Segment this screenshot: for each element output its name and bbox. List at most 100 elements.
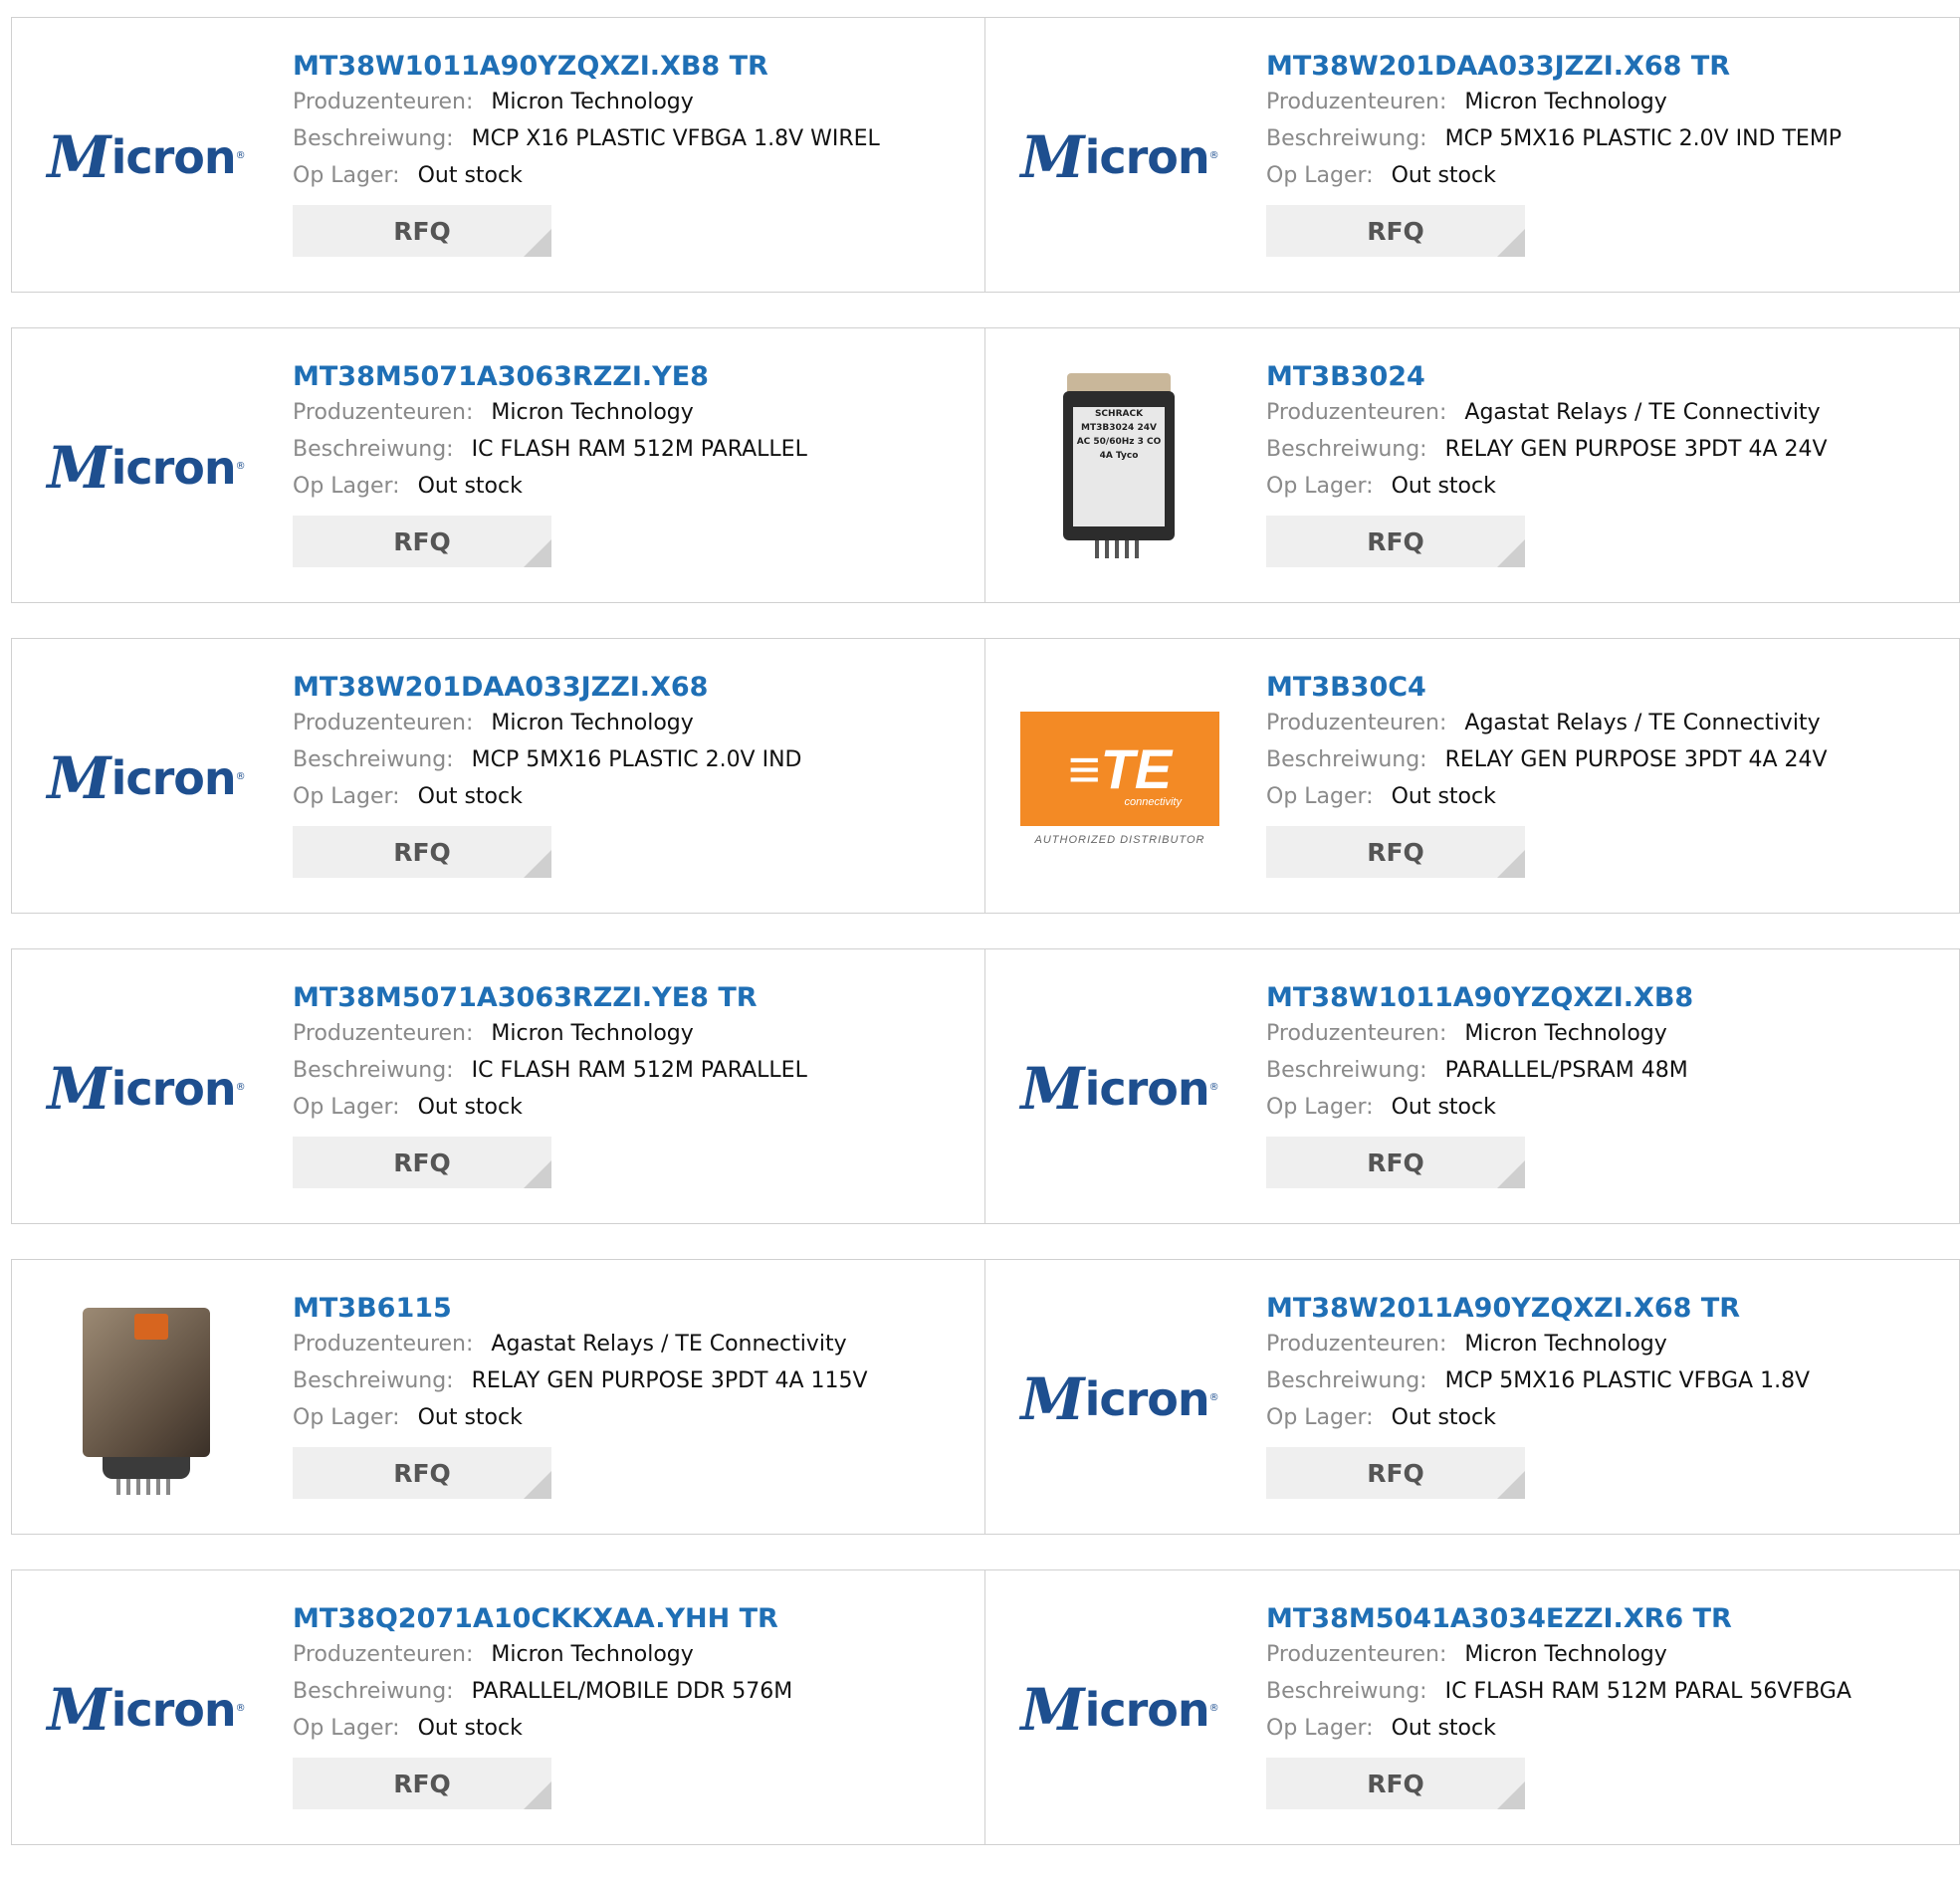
- part-number-link[interactable]: MT38M5071A3063RZZI.YE8 TR: [293, 981, 965, 1015]
- manufacturer-value: Micron Technology: [491, 1642, 694, 1667]
- micron-logo: Micron ®: [47, 434, 246, 502]
- product-image[interactable]: Micron ®: [42, 984, 251, 1193]
- product-card: Micron ® MT38M5041A3034EZZI.XR6 TR Produze…: [985, 1569, 1960, 1845]
- stock-value: Out stock: [1391, 784, 1496, 809]
- part-number-link[interactable]: MT38W1011A90YZQXZI.XB8 TR: [293, 50, 965, 84]
- product-row: Micron ® MT38M5071A3063RZZI.YE8 Produzente…: [11, 327, 1960, 603]
- part-number-link[interactable]: MT38Q2071A10CKKXAA.YHH TR: [293, 1602, 965, 1636]
- product-image[interactable]: [42, 1295, 251, 1504]
- stock-line: Op Lager: Out stock: [1266, 157, 1939, 194]
- product-image[interactable]: Micron ®: [42, 674, 251, 883]
- rfq-button[interactable]: RFQ: [293, 826, 551, 878]
- manufacturer-label: Produzenteuren:: [293, 711, 474, 735]
- rfq-label: RFQ: [393, 837, 451, 867]
- description-line: Beschreiwung: RELAY GEN PURPOSE 3PDT 4A 2…: [1266, 431, 1939, 468]
- part-number-link[interactable]: MT3B6115: [293, 1292, 965, 1326]
- stock-line: Op Lager: Out stock: [1266, 778, 1939, 815]
- stock-value: Out stock: [1391, 1095, 1496, 1120]
- product-image[interactable]: Micron ®: [1015, 1295, 1224, 1504]
- description-line: Beschreiwung: PARALLEL/MOBILE DDR 576M: [293, 1673, 965, 1710]
- part-number-link[interactable]: MT3B3024: [1266, 360, 1939, 394]
- rfq-label: RFQ: [1367, 1769, 1424, 1798]
- description-label: Beschreiwung:: [1266, 1368, 1427, 1393]
- manufacturer-label: Produzenteuren:: [1266, 1332, 1447, 1357]
- stock-label: Op Lager:: [1266, 163, 1374, 188]
- product-image[interactable]: Micron ®: [1015, 1605, 1224, 1814]
- description-value: MCP 5MX16 PLASTIC VFBGA 1.8V: [1444, 1368, 1811, 1393]
- manufacturer-label: Produzenteuren:: [293, 1021, 474, 1046]
- product-info: MT38W1011A90YZQXZI.XB8 TR Produzenteuren:…: [293, 50, 965, 257]
- part-number-link[interactable]: MT38W1011A90YZQXZI.XB8: [1266, 981, 1939, 1015]
- micron-logo: Micron ®: [47, 1676, 246, 1744]
- rfq-label: RFQ: [1367, 526, 1424, 556]
- stock-value: Out stock: [1391, 1405, 1496, 1430]
- rfq-button[interactable]: RFQ: [1266, 1447, 1525, 1499]
- product-info: MT38W1011A90YZQXZI.XB8 Produzenteuren: Mic…: [1266, 981, 1939, 1188]
- product-image[interactable]: Micron ®: [1015, 984, 1224, 1193]
- rfq-button[interactable]: RFQ: [1266, 1758, 1525, 1809]
- part-number-link[interactable]: MT38M5071A3063RZZI.YE8: [293, 360, 965, 394]
- rfq-button[interactable]: RFQ: [1266, 205, 1525, 257]
- product-info: MT38W2011A90YZQXZI.X68 TR Produzenteuren:…: [1266, 1292, 1939, 1499]
- stock-value: Out stock: [417, 163, 523, 188]
- part-number-link[interactable]: MT38M5041A3034EZZI.XR6 TR: [1266, 1602, 1939, 1636]
- product-image[interactable]: Micron ®: [1015, 53, 1224, 262]
- product-info: MT38M5071A3063RZZI.YE8 Produzenteuren: Mic…: [293, 360, 965, 567]
- stock-line: Op Lager: Out stock: [293, 1089, 965, 1126]
- manufacturer-value: Agastat Relays / TE Connectivity: [1464, 400, 1821, 425]
- rfq-button[interactable]: RFQ: [1266, 1137, 1525, 1188]
- part-number-link[interactable]: MT3B30C4: [1266, 671, 1939, 705]
- description-line: Beschreiwung: PARALLEL/PSRAM 48M: [1266, 1052, 1939, 1089]
- product-info: MT38Q2071A10CKKXAA.YHH TR Produzenteuren:…: [293, 1602, 965, 1809]
- description-label: Beschreiwung:: [293, 1368, 454, 1393]
- stock-label: Op Lager:: [1266, 1716, 1374, 1741]
- product-info: MT3B6115 Produzenteuren: Agastat Relays / …: [293, 1292, 965, 1499]
- manufacturer-label: Produzenteuren:: [293, 90, 474, 114]
- rfq-label: RFQ: [393, 1769, 451, 1798]
- product-image[interactable]: Micron ®: [42, 363, 251, 572]
- rfq-button[interactable]: RFQ: [293, 516, 551, 567]
- product-image[interactable]: ≡TE connectivity AUTHORIZED DISTRIBUTOR: [1015, 674, 1224, 883]
- rfq-button[interactable]: RFQ: [293, 205, 551, 257]
- manufacturer-value: Agastat Relays / TE Connectivity: [491, 1332, 847, 1357]
- manufacturer-line: Produzenteuren: Micron Technology: [293, 1015, 965, 1052]
- product-image[interactable]: SCHRACK MT3B3024 24V AC 50/60Hz 3 CO 4A …: [1015, 363, 1224, 572]
- product-info: MT38M5071A3063RZZI.YE8 TR Produzenteuren:…: [293, 981, 965, 1188]
- product-info: MT38M5041A3034EZZI.XR6 TR Produzenteuren:…: [1266, 1602, 1939, 1809]
- rfq-button[interactable]: RFQ: [293, 1758, 551, 1809]
- description-line: Beschreiwung: IC FLASH RAM 512M PARALLEL: [293, 431, 965, 468]
- stock-value: Out stock: [417, 1405, 523, 1430]
- product-card: Micron ® MT38M5071A3063RZZI.YE8 TR Produze…: [11, 948, 985, 1224]
- rfq-button[interactable]: RFQ: [1266, 516, 1525, 567]
- stock-value: Out stock: [1391, 1716, 1496, 1741]
- rfq-button[interactable]: RFQ: [293, 1447, 551, 1499]
- description-value: PARALLEL/MOBILE DDR 576M: [471, 1679, 793, 1704]
- stock-value: Out stock: [417, 474, 523, 499]
- product-image[interactable]: Micron ®: [42, 1605, 251, 1814]
- product-row: MT3B6115 Produzenteuren: Agastat Relays / …: [11, 1259, 1960, 1535]
- part-number-link[interactable]: MT38W201DAA033JZZI.X68 TR: [1266, 50, 1939, 84]
- description-value: IC FLASH RAM 512M PARAL 56VFBGA: [1444, 1679, 1851, 1704]
- product-card: Micron ® MT38Q2071A10CKKXAA.YHH TR Produze…: [11, 1569, 985, 1845]
- description-label: Beschreiwung:: [293, 126, 454, 151]
- manufacturer-value: Micron Technology: [1464, 1332, 1667, 1357]
- description-value: IC FLASH RAM 512M PARALLEL: [471, 1058, 807, 1083]
- stock-line: Op Lager: Out stock: [293, 778, 965, 815]
- manufacturer-label: Produzenteuren:: [1266, 400, 1447, 425]
- stock-value: Out stock: [417, 1716, 523, 1741]
- stock-label: Op Lager:: [1266, 1095, 1374, 1120]
- product-image[interactable]: Micron ®: [42, 53, 251, 262]
- product-card: Micron ® MT38W1011A90YZQXZI.XB8 Produzente…: [985, 948, 1960, 1224]
- manufacturer-value: Agastat Relays / TE Connectivity: [1464, 711, 1821, 735]
- stock-label: Op Lager:: [293, 163, 400, 188]
- rfq-label: RFQ: [393, 1458, 451, 1488]
- part-number-link[interactable]: MT38W2011A90YZQXZI.X68 TR: [1266, 1292, 1939, 1326]
- description-label: Beschreiwung:: [1266, 747, 1427, 772]
- rfq-button[interactable]: RFQ: [1266, 826, 1525, 878]
- product-info: MT3B30C4 Produzenteuren: Agastat Relays / …: [1266, 671, 1939, 878]
- stock-line: Op Lager: Out stock: [293, 468, 965, 505]
- rfq-button[interactable]: RFQ: [293, 1137, 551, 1188]
- description-line: Beschreiwung: MCP X16 PLASTIC VFBGA 1.8V …: [293, 120, 965, 157]
- part-number-link[interactable]: MT38W201DAA033JZZI.X68: [293, 671, 965, 705]
- description-line: Beschreiwung: RELAY GEN PURPOSE 3PDT 4A 1…: [293, 1362, 965, 1399]
